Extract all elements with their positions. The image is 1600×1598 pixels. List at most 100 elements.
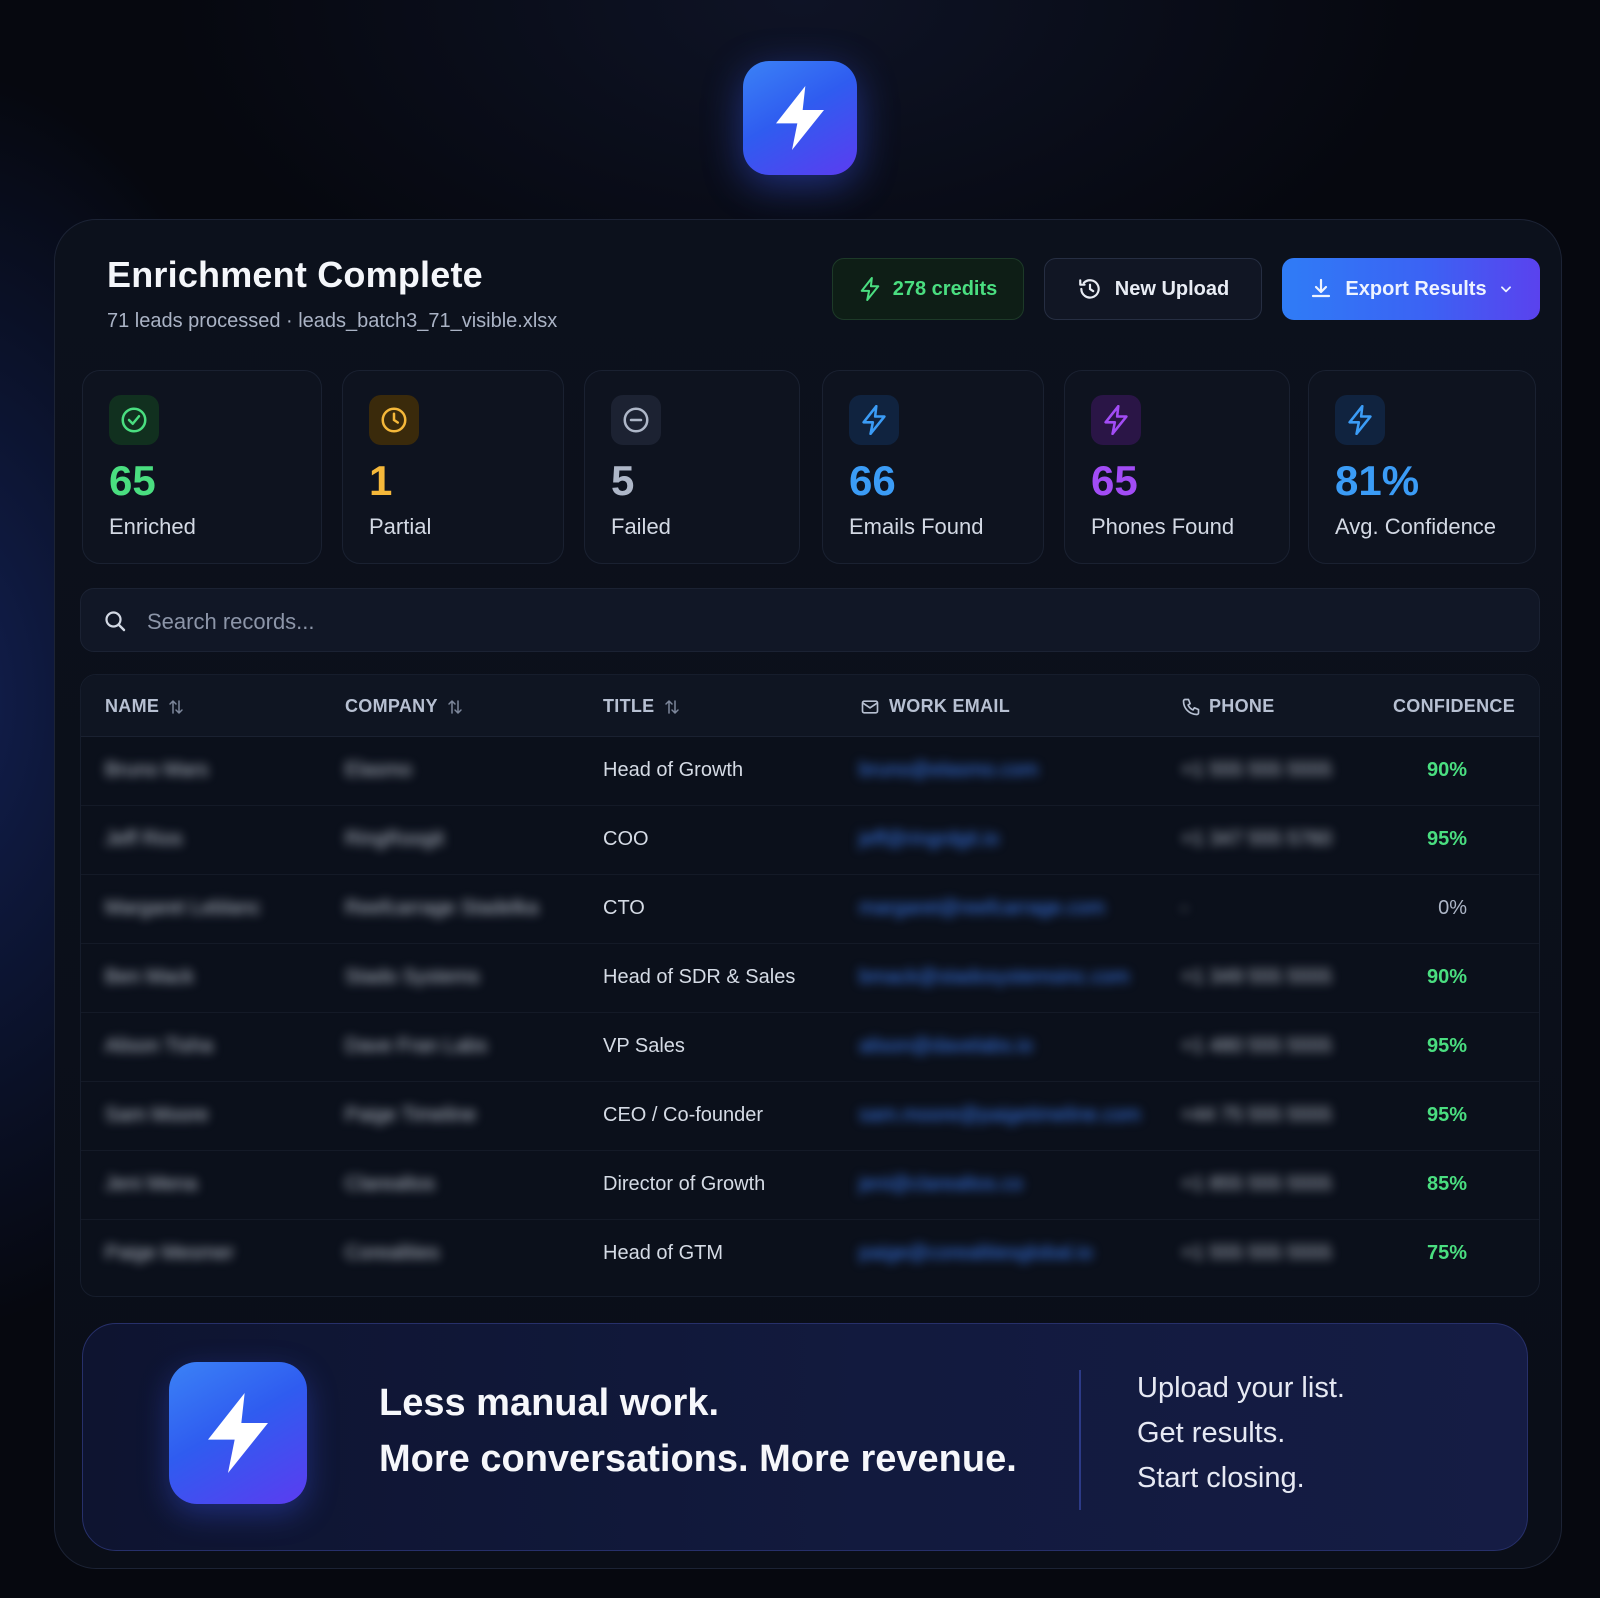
cell-phone: -: [1181, 897, 1188, 919]
cell-confidence: 95%: [1426, 828, 1467, 850]
export-results-button[interactable]: Export Results: [1282, 258, 1540, 320]
cell-phone: +1 855 555 5555: [1181, 1173, 1332, 1195]
credits-label: 278 credits: [892, 277, 998, 300]
banner-logo: [169, 1362, 307, 1504]
page-title: Enrichment Complete: [107, 254, 483, 295]
new-upload-label: New Upload: [1114, 277, 1230, 300]
search-input[interactable]: Search records...: [147, 609, 315, 635]
cell-confidence: 90%: [1426, 759, 1467, 781]
cell-name: Jeff Rios: [105, 828, 183, 850]
stat-label: Phones Found: [1091, 514, 1235, 539]
cell-email[interactable]: jeni@clarealtos.co: [859, 1173, 1023, 1196]
cell-name: Alison Tisha: [105, 1035, 213, 1057]
cell-email[interactable]: paige@corealitiesglobal.io: [859, 1242, 1093, 1265]
table-row[interactable]: Bruno Mars Elasmo Head of Growth bruno@e…: [81, 737, 1539, 806]
cell-confidence: 95%: [1426, 1035, 1467, 1057]
cell-company: Reefcarrage Stadelka: [345, 897, 539, 919]
new-upload-button[interactable]: New Upload: [1044, 258, 1262, 320]
banner-tagline-2: Get results.: [1137, 1417, 1286, 1449]
cell-confidence: 95%: [1426, 1104, 1467, 1126]
page-subtitle: 71 leads processed · leads_batch3_71_vis…: [107, 310, 558, 332]
mail-icon: [861, 699, 879, 714]
cell-company: Paige Timeline: [345, 1104, 477, 1126]
bolt-logo-icon: [776, 86, 824, 150]
credits-badge[interactable]: 278 credits: [832, 258, 1024, 320]
stat-card-enriched: 65 Enriched: [82, 370, 322, 564]
cell-company: Corealities: [345, 1242, 440, 1264]
stat-value: 65: [109, 457, 156, 504]
banner-headline-1: Less manual work.: [379, 1382, 720, 1424]
stat-value: 81%: [1335, 457, 1420, 504]
column-header-name[interactable]: NAME: [105, 696, 185, 717]
stat-card-phones-found: 65 Phones Found: [1064, 370, 1290, 564]
cell-email[interactable]: sam.moore@paigetimeline.com: [859, 1104, 1141, 1127]
cell-phone: +1 347 555 5760: [1181, 828, 1332, 850]
stat-label: Emails Found: [849, 514, 984, 539]
stat-value: 5: [611, 457, 635, 504]
cell-title: Director of Growth: [603, 1173, 766, 1195]
table-row[interactable]: Sam Moore Paige Timeline CEO / Co-founde…: [81, 1082, 1539, 1151]
column-header-phone: PHONE: [1181, 696, 1275, 717]
banner-divider: [1079, 1370, 1081, 1510]
cell-company: Dave Fran Labs: [345, 1035, 488, 1057]
chevron-down-icon: [1500, 286, 1511, 293]
cell-title: VP Sales: [603, 1035, 685, 1057]
cell-confidence: 75%: [1426, 1242, 1467, 1264]
stat-label: Enriched: [109, 514, 196, 539]
search-icon: [105, 611, 126, 632]
cell-email[interactable]: bmack@stadosystemsinc.com: [859, 966, 1129, 989]
cell-title: COO: [603, 828, 649, 850]
cell-confidence: 90%: [1426, 966, 1467, 988]
table-row[interactable]: Alison Tisha Dave Fran Labs VP Sales ali…: [81, 1013, 1539, 1082]
table-row[interactable]: Jeni Mena Clarealtos Director of Growth …: [81, 1151, 1539, 1220]
cell-confidence: 0%: [1438, 897, 1467, 919]
minus-circle-icon: [611, 395, 661, 445]
cell-phone: +1 480 555 5555: [1181, 1035, 1332, 1057]
table-row[interactable]: Margaret Leblanc Reefcarrage Stadelka CT…: [81, 875, 1539, 944]
cell-name: Margaret Leblanc: [105, 897, 261, 919]
cell-name: Jeni Mena: [105, 1173, 198, 1195]
banner-tagline-3: Start closing.: [1137, 1462, 1305, 1494]
bolt-icon: [860, 277, 879, 301]
banner-headline-2: More conversations. More revenue.: [379, 1438, 1017, 1480]
column-header-company[interactable]: COMPANY: [345, 696, 464, 717]
search-bar[interactable]: Search records...: [80, 588, 1540, 652]
table-row[interactable]: Jeff Rios RingRoogit COO jeff@ringrdgit.…: [81, 806, 1539, 875]
stat-card-partial: 1 Partial: [342, 370, 564, 564]
cell-name: Sam Moore: [105, 1104, 209, 1126]
cell-phone: +1 555 555 5555: [1181, 1242, 1332, 1264]
cell-name: Paige Mesmer: [105, 1242, 234, 1264]
cell-email[interactable]: margaret@reefcarrage.com: [859, 897, 1105, 920]
cell-name: Bruno Mars: [105, 759, 209, 781]
sort-icon: [169, 699, 183, 714]
cell-email[interactable]: alison@davelabs.io: [859, 1035, 1033, 1058]
column-header-work-email: WORK EMAIL: [859, 696, 1010, 717]
bolt-icon: [1335, 395, 1385, 445]
cell-title: Head of GTM: [603, 1242, 724, 1264]
cell-company: RingRoogit: [345, 828, 444, 850]
stat-card-emails-found: 66 Emails Found: [822, 370, 1044, 564]
table-row[interactable]: Ben Mack Stado Systems Head of SDR & Sal…: [81, 944, 1539, 1013]
cell-email[interactable]: jeff@ringrdgit.io: [859, 828, 999, 851]
stat-label: Failed: [611, 514, 671, 539]
column-header-confidence: CONFIDENCE: [1393, 696, 1516, 716]
column-header-title[interactable]: TITLE: [603, 696, 681, 717]
bolt-logo-icon: [208, 1393, 268, 1473]
stat-label: Avg. Confidence: [1335, 514, 1497, 539]
history-icon: [1078, 279, 1100, 299]
cell-confidence: 85%: [1426, 1173, 1467, 1195]
cell-name: Ben Mack: [105, 966, 194, 988]
bolt-icon: [849, 395, 899, 445]
export-results-label: Export Results: [1345, 277, 1487, 300]
bolt-icon: [1091, 395, 1141, 445]
cell-title: CTO: [603, 897, 645, 919]
sort-icon: [664, 699, 679, 714]
cell-title: Head of SDR & Sales: [603, 966, 796, 988]
table-row[interactable]: Paige Mesmer Corealities Head of GTM pai…: [81, 1220, 1539, 1289]
results-table: NAME COMPANY TITLE WORK EMAIL PHONE CONF…: [80, 674, 1540, 1297]
cell-email[interactable]: bruno@elasmo.com: [859, 759, 1038, 782]
cell-phone: +44 75 555 5555: [1181, 1104, 1332, 1126]
cell-phone: +1 555 555 5555: [1181, 759, 1332, 781]
app-logo: [743, 61, 857, 175]
sort-icon: [448, 699, 462, 714]
